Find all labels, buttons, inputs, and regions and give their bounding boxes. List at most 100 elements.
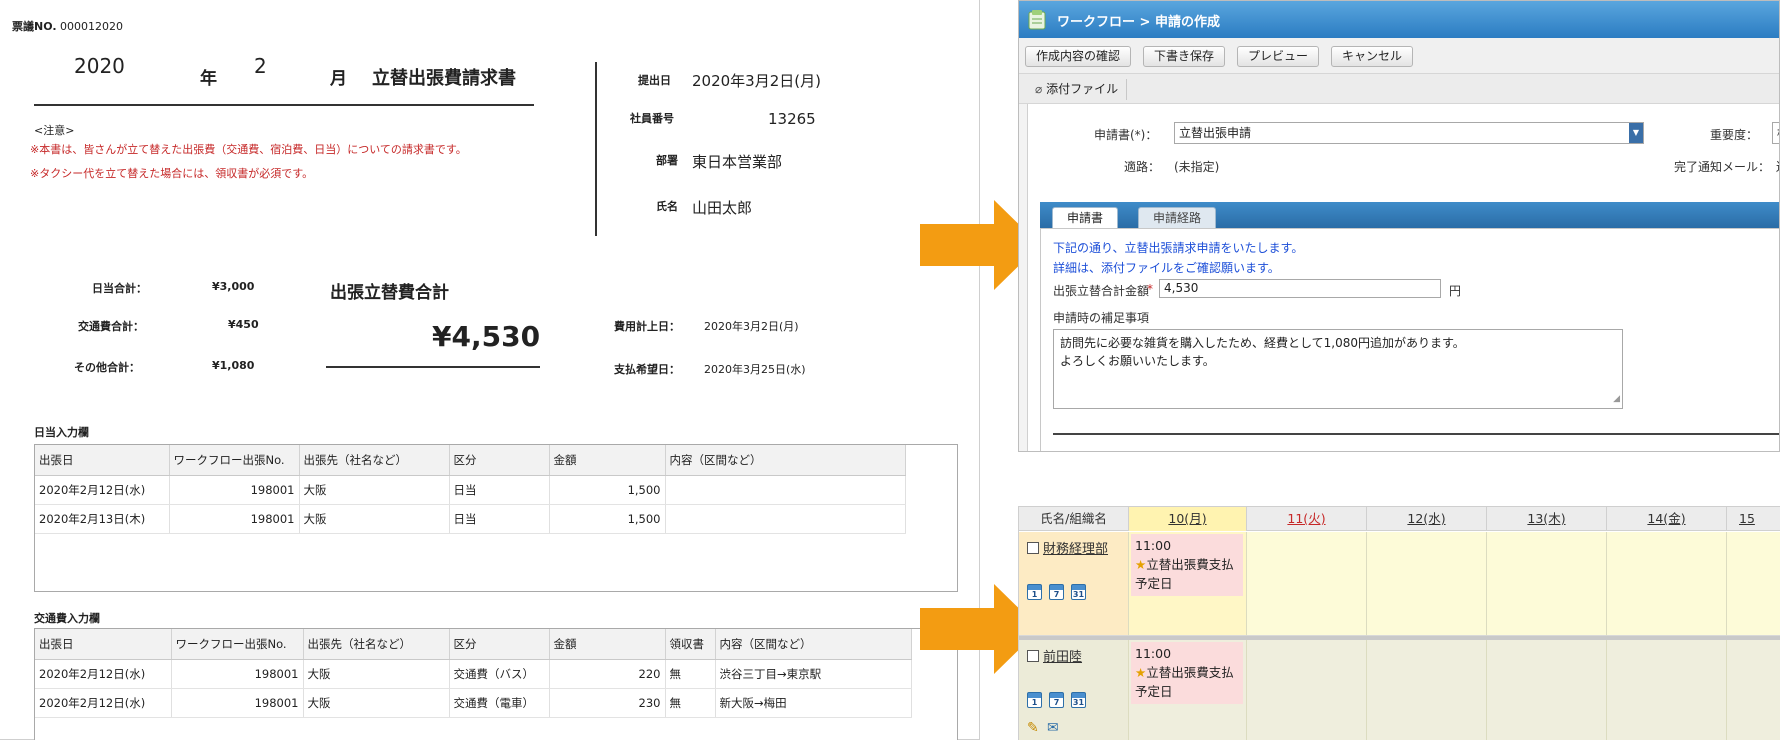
day-cell[interactable]: 11:00 ★立替出張費支払 予定日 [1129, 640, 1247, 740]
cell-amount: 230 [549, 688, 666, 718]
row-select-checkbox[interactable] [1027, 650, 1039, 662]
employee-number-value: 13265 [768, 110, 816, 128]
event-time: 11:00 [1135, 646, 1172, 661]
calendar-week-icon[interactable]: 7 [1049, 692, 1064, 708]
cell-amount: 220 [549, 659, 666, 689]
transport-col-category: 区分 [449, 629, 550, 660]
form-type-value: 立替出張申請 [1179, 126, 1252, 140]
event-title: 立替出張費支払 [1146, 557, 1234, 572]
daily-col-amount: 金額 [549, 445, 666, 476]
day-cell[interactable] [1727, 532, 1780, 636]
mail-icon[interactable]: ✉ [1047, 720, 1059, 736]
day-cell[interactable] [1487, 640, 1607, 740]
claim-year: 2020 [74, 54, 125, 78]
cancel-button[interactable]: キャンセル [1331, 46, 1414, 67]
save-draft-button[interactable]: 下書き保存 [1143, 46, 1226, 67]
form-tabs: 申請書 申請経路 [1040, 202, 1779, 228]
transport-col-workflow-no: ワークフロー出張No. [171, 629, 304, 660]
memo-icon[interactable]: ✎ [1027, 720, 1039, 736]
name-column-header: 氏名/組織名 [1019, 507, 1129, 531]
tab-application[interactable]: 申請書 [1052, 207, 1119, 228]
title-underline [34, 104, 534, 106]
day-cell[interactable] [1367, 532, 1487, 636]
amount-unit: 円 [1449, 284, 1462, 298]
form-type-select[interactable]: 立替出張申請 ▼ [1174, 122, 1644, 144]
chevron-down-icon: ▼ [1629, 123, 1643, 143]
transport-total-label: 交通費合計： [78, 320, 144, 333]
day-cell[interactable] [1247, 532, 1367, 636]
completion-mail-value[interactable]: 送 [1776, 158, 1779, 175]
day-cell[interactable] [1247, 640, 1367, 740]
calendar-day-icon[interactable]: 1 [1027, 584, 1042, 600]
calendar-month-icon[interactable]: 31 [1071, 584, 1086, 600]
cell-destination: 大阪 [303, 659, 450, 689]
daily-col-destination: 出張先（社名など） [299, 445, 450, 476]
calendar-month-icon[interactable]: 31 [1071, 692, 1086, 708]
day-cell[interactable] [1607, 640, 1727, 740]
cell-workflow-no: 198001 [171, 659, 304, 689]
day-header-11[interactable]: 11(火) [1247, 507, 1367, 531]
day-cell[interactable]: 11:00 ★立替出張費支払 予定日 [1129, 532, 1247, 636]
cell-category: 日当 [449, 475, 550, 505]
day-header-14[interactable]: 14(金) [1607, 507, 1727, 531]
cell-destination: 大阪 [299, 504, 450, 534]
remarks-textarea[interactable]: 訪問先に必要な雑貨を購入したため、経費として1,080円追加があります。 よろし… [1053, 329, 1623, 409]
schedule-event[interactable]: 11:00 ★立替出張費支払 予定日 [1131, 534, 1243, 596]
day-header-15[interactable]: 15 [1727, 507, 1780, 531]
calendar-week-icon[interactable]: 7 [1049, 584, 1064, 600]
attach-file-button[interactable]: ⌀ 添付ファイル [1027, 79, 1128, 100]
slip-number-label: 票議NO. [12, 20, 57, 33]
remarks-line-1: 訪問先に必要な雑貨を購入したため、経費として1,080円追加があります。 [1060, 336, 1465, 350]
paperclip-icon: ⌀ [1035, 82, 1043, 96]
cell-details [665, 504, 906, 534]
day-header-13[interactable]: 13(木) [1487, 507, 1607, 531]
submit-date-label: 提出日 [638, 74, 671, 87]
star-icon: ★ [1135, 557, 1147, 572]
transport-col-receipt: 領収書 [665, 629, 716, 660]
expense-claim-document: 票議NO. 000012020 2020 年 2 月 立替出張費請求書 <注意>… [0, 0, 980, 740]
application-body: 下記の通り、立替出張請求申請をいたします。 詳細は、添付ファイルをご確認願います… [1040, 228, 1779, 451]
group-name-link[interactable]: 財務経理部 [1043, 538, 1108, 557]
calendar-day-icon[interactable]: 1 [1027, 692, 1042, 708]
cell-workflow-no: 198001 [169, 504, 300, 534]
cell-details: 新大阪→梅田 [715, 688, 912, 718]
cell-amount: 1,500 [549, 475, 666, 505]
confirm-content-button[interactable]: 作成内容の確認 [1025, 46, 1132, 67]
cell-workflow-no: 198001 [169, 475, 300, 505]
payment-date-label: 支払希望日： [614, 363, 680, 376]
daily-header-row: 出張日 ワークフロー出張No. 出張先（社名など） 区分 金額 内容（区間など） [35, 445, 906, 476]
transport-col-amount: 金額 [549, 629, 666, 660]
day-cell[interactable] [1367, 640, 1487, 740]
other-total-value: ¥1,080 [212, 359, 255, 372]
other-total-label: その他合計： [74, 361, 140, 374]
workflow-title-bar: ワークフロー > 申請の作成 [1019, 1, 1779, 38]
name-value: 山田太郎 [692, 199, 753, 217]
day-cell[interactable] [1607, 532, 1727, 636]
tab-approval-route[interactable]: 申請経路 [1138, 207, 1217, 228]
amount-label: 出張立替合計金額 [1053, 284, 1150, 298]
daily-allowance-table: 出張日 ワークフロー出張No. 出張先（社名など） 区分 金額 内容（区間など）… [34, 444, 958, 592]
transport-section-title: 交通費入力欄 [34, 612, 100, 625]
note-line-2: ※タクシー代を立て替えた場合には、領収書が必須です。 [30, 167, 314, 180]
row-select-checkbox[interactable] [1027, 542, 1039, 554]
cell-category: 交通費（バス） [449, 659, 550, 689]
note-line-1: ※本書は、皆さんが立て替えた出張費（交通費、宿泊費、日当）についての請求書です。 [30, 143, 467, 156]
schedule-event[interactable]: 11:00 ★立替出張費支払 予定日 [1131, 642, 1243, 704]
cell-category: 日当 [449, 504, 550, 534]
message-line-2: 詳細は、添付ファイルをご確認願います。 [1053, 261, 1280, 275]
cell-date: 2020年2月12日(水) [35, 475, 170, 505]
day-header-12[interactable]: 12(水) [1367, 507, 1487, 531]
grand-total-value: ¥4,530 [432, 320, 541, 353]
user-name-link[interactable]: 前田陸 [1043, 646, 1082, 665]
transport-col-date: 出張日 [35, 629, 172, 660]
day-cell[interactable] [1487, 532, 1607, 636]
cell-receipt: 無 [665, 659, 716, 689]
amount-input[interactable]: 4,530 [1159, 279, 1441, 298]
preview-button[interactable]: プレビュー [1237, 46, 1320, 67]
day-header-10[interactable]: 10(月) [1129, 507, 1247, 531]
department-label: 部署 [656, 154, 678, 167]
importance-select[interactable]: 標 [1772, 122, 1779, 144]
day-cell[interactable] [1727, 640, 1780, 740]
cell-date: 2020年2月13日(木) [35, 504, 170, 534]
resize-handle-icon[interactable]: ◢ [1613, 390, 1620, 408]
